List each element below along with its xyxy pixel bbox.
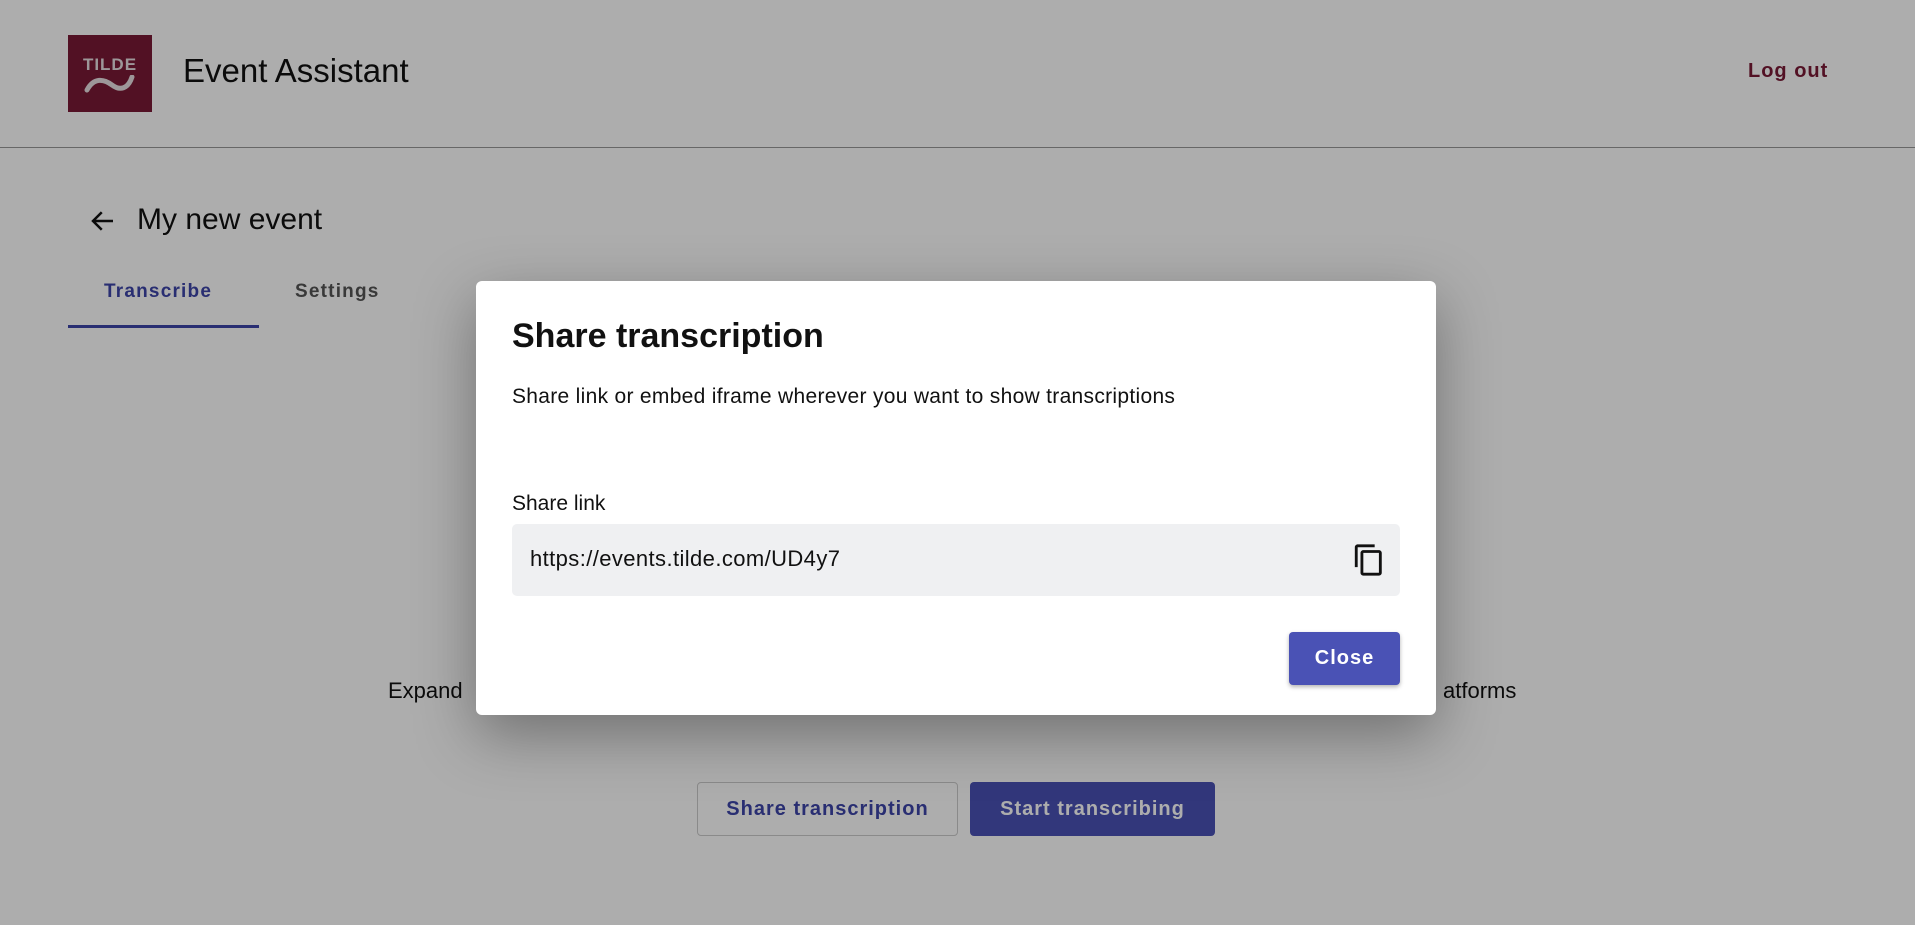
share-link-value[interactable]: https://events.tilde.com/UD4y7 bbox=[530, 546, 840, 572]
share-dialog: Share transcription Share link or embed … bbox=[476, 281, 1436, 715]
close-button[interactable]: Close bbox=[1289, 632, 1400, 685]
dialog-subtitle: Share link or embed iframe wherever you … bbox=[512, 385, 1176, 408]
share-link-field[interactable]: https://events.tilde.com/UD4y7 bbox=[512, 524, 1400, 596]
dialog-title: Share transcription bbox=[512, 317, 824, 355]
share-link-label: Share link bbox=[512, 492, 606, 515]
copy-icon[interactable] bbox=[1352, 543, 1386, 577]
